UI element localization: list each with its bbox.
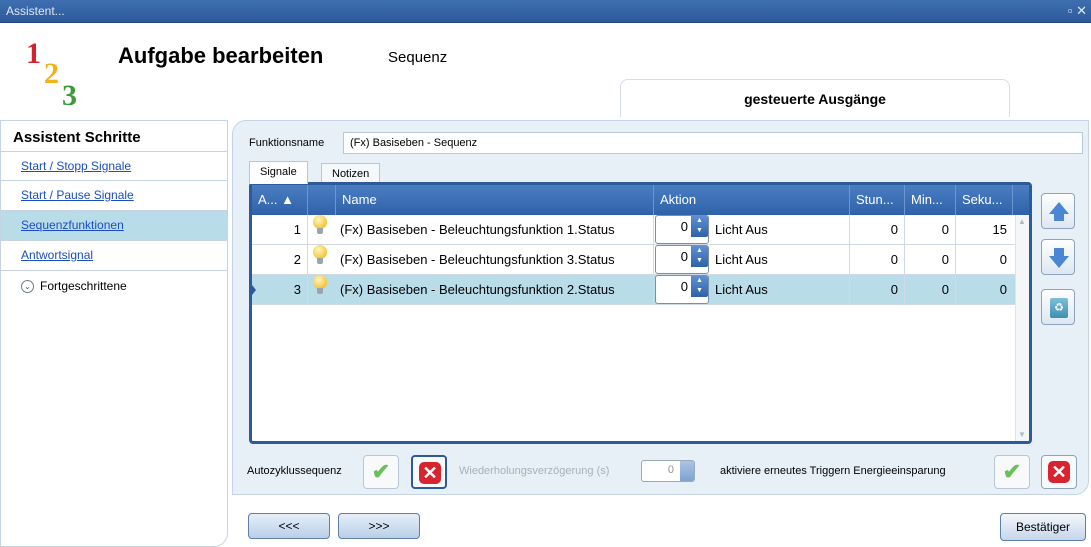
action-stepper[interactable]: 0 ▲ ▼ [655,275,709,304]
row-name: (Fx) Basiseben - Beleuchtungsfunktion 1.… [336,215,654,244]
sidebar-item-start-pause[interactable]: Start / Pause Signale [1,181,227,211]
autocycle-label: Autozyklussequenz [247,465,342,477]
sidebar-item-start-stop[interactable]: Start / Stopp Signale [1,151,227,181]
window-controls[interactable]: ▫ ✕ [1068,3,1087,19]
chevron-down-icon: ⌄ [21,279,34,293]
row-name: (Fx) Basiseben - Beleuchtungsfunktion 2.… [336,275,654,304]
signals-table: A... ▲ Name Aktion Stun... Min... Seku..… [249,182,1032,444]
close-icon: ✕ [419,462,441,484]
row-action: Licht Aus [715,275,850,304]
sidebar-item-sequenzfunktionen[interactable]: Sequenzfunktionen [1,211,227,241]
retrigger-enable-button[interactable]: ✔ [994,455,1030,489]
col-hours-header[interactable]: Stun... [850,185,905,215]
table-row[interactable]: 2 (Fx) Basiseben - Beleuchtungsfunktion … [252,245,1029,275]
move-up-button[interactable] [1041,193,1075,229]
row-action: Licht Aus [715,245,850,274]
tab-notizen[interactable]: Notizen [321,163,381,183]
col-index-header[interactable]: A... ▲ [252,185,308,215]
function-name-input[interactable]: (Fx) Basiseben - Sequenz [343,132,1083,154]
move-down-button[interactable] [1041,239,1075,275]
page-title: Aufgabe bearbeiten [118,43,324,68]
sequence-logo-icon: 1 2 3 [26,37,77,112]
action-stepper[interactable]: 0 ▲ ▼ [655,245,709,274]
row-name: (Fx) Basiseben - Beleuchtungsfunktion 3.… [336,245,654,274]
table-row[interactable]: 1 (Fx) Basiseben - Beleuchtungsfunktion … [252,215,1029,245]
close-icon: ✕ [1048,461,1070,483]
lightbulb-icon [313,215,327,244]
wizard-steps-panel: Assistent Schritte Start / Stopp Signale… [0,120,228,547]
options-bar: Autozyklussequenz ✔ ✕ Wiederholungsverzö… [233,451,1088,491]
retrigger-label: aktiviere erneutes Triggern Energieeinsp… [720,465,946,477]
header: 1 2 3 Aufgabe bearbeiten Sequenz gesteue… [0,23,1091,118]
next-button[interactable]: >>> [338,513,420,539]
main-panel: Funktionsname (Fx) Basiseben - Sequenz S… [232,120,1089,495]
autocycle-enable-button[interactable]: ✔ [363,455,399,489]
page-subtitle: Sequenz [388,49,448,66]
arrow-down-icon [1049,256,1069,268]
table-row-selected[interactable]: 3 (Fx) Basiseben - Beleuchtungsfunktion … [252,275,1029,305]
function-name-label: Funktionsname [249,137,325,149]
row-action: Licht Aus [715,215,850,244]
action-stepper[interactable]: 0 ▲ ▼ [655,215,709,244]
retrigger-disable-button[interactable]: ✕ [1041,455,1077,489]
scroll-up-icon[interactable]: ▲ [1018,217,1026,226]
table-header: A... ▲ Name Aktion Stun... Min... Seku..… [252,185,1029,215]
repeat-delay-label: Wiederholungsverzögerung (s) [459,465,610,477]
autocycle-disable-button[interactable]: ✕ [411,455,447,489]
back-button[interactable]: <<< [248,513,330,539]
scroll-down-icon[interactable]: ▼ [1018,430,1026,439]
tab-signale[interactable]: Signale [249,161,308,184]
wizard-steps-title: Assistent Schritte [13,129,141,146]
sidebar-item-antwortsignal[interactable]: Antwortsignal [1,241,227,271]
trash-icon: ♻ [1050,298,1068,318]
confirm-button[interactable]: Bestätiger [1000,513,1086,541]
col-name-header[interactable]: Name [336,185,654,215]
col-icon-header [308,185,336,215]
window-titlebar: Assistent... ▫ ✕ [0,0,1091,23]
window-title: Assistent... [6,4,65,18]
col-seconds-header[interactable]: Seku... [956,185,1013,215]
repeat-delay-stepper[interactable]: 0 [641,460,695,482]
table-scrollbar[interactable]: ▲ ▼ [1015,215,1029,441]
checkmark-icon: ✔ [371,459,391,484]
lightbulb-icon [313,245,327,274]
col-minutes-header[interactable]: Min... [905,185,956,215]
col-action-header[interactable]: Aktion [654,185,850,215]
tab-gesteuerte-ausgaenge[interactable]: gesteuerte Ausgänge [620,79,1010,117]
lightbulb-icon [313,275,327,304]
checkmark-icon: ✔ [1002,459,1022,484]
delete-row-button[interactable]: ♻ [1041,289,1075,325]
advanced-toggle[interactable]: ⌄ Fortgeschrittene [21,279,127,293]
